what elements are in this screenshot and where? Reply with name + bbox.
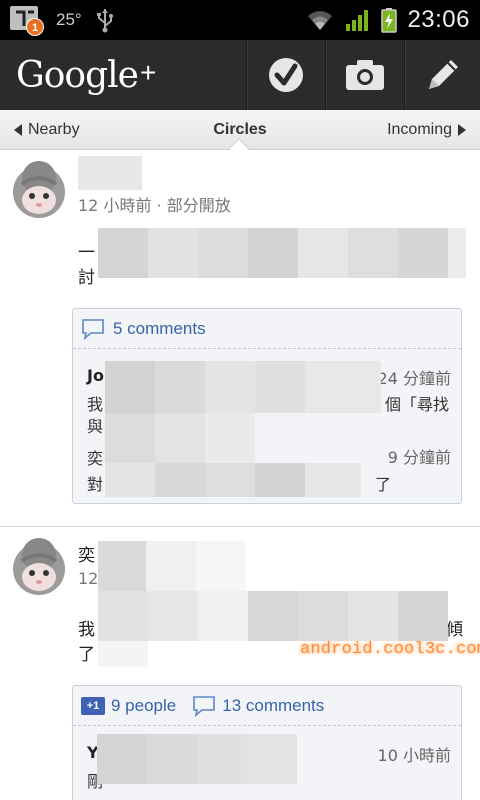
comment-redacted <box>105 413 255 463</box>
author-name[interactable]: 奕 <box>78 541 95 566</box>
post-body-redacted <box>98 591 448 641</box>
commenter-name: Jo <box>87 366 104 385</box>
comment-text-start: 對 <box>87 475 104 494</box>
compose-icon <box>428 60 458 89</box>
comment-text-end: 個「尋找 <box>384 395 449 414</box>
notification-badge: 1 <box>26 18 44 36</box>
arrow-right-icon <box>458 124 466 136</box>
signal-icon <box>346 10 369 31</box>
tab-nearby[interactable]: Nearby <box>14 110 80 150</box>
tab-nearby-label: Nearby <box>28 121 80 138</box>
plus-one-icon: +1 <box>81 696 105 715</box>
comments-box: +1 9 people 13 comments Y 10 小時前 剛 <box>72 685 462 800</box>
compose-button[interactable] <box>404 40 480 110</box>
post-body-start-2: 了 <box>78 645 95 665</box>
camera-icon <box>345 60 384 90</box>
logo-plus: + <box>139 57 157 88</box>
arrow-left-icon <box>14 124 22 136</box>
post-body-start-2: 討 <box>78 268 95 288</box>
camera-button[interactable] <box>325 40 403 110</box>
comments-box: 5 comments Jo 24 分鐘前 我 個「尋找 與 奕 9 分鐘前 對 … <box>72 308 462 504</box>
comment-text-start: 我 <box>87 395 104 414</box>
usb-icon <box>96 9 113 33</box>
post-timestamp: 12 小時前 · 部分開放 <box>78 196 231 215</box>
comment-count-link[interactable]: 5 comments <box>113 319 206 339</box>
check-in-button[interactable] <box>246 40 324 110</box>
avatar[interactable] <box>8 158 70 220</box>
comment-time: 24 分鐘前 <box>377 369 451 388</box>
clock: 23:06 <box>407 6 470 33</box>
logo-word: Google <box>16 54 139 96</box>
tab-incoming[interactable]: Incoming <box>387 110 466 150</box>
check-in-icon <box>268 58 303 92</box>
status-bar: 1 25° 23:06 <box>0 0 480 40</box>
post-body-start: 我 <box>78 620 95 640</box>
temperature: 25° <box>56 10 82 29</box>
battery-charging-icon <box>381 8 398 33</box>
comments-header[interactable]: 5 comments <box>73 309 461 349</box>
avatar[interactable] <box>8 535 70 597</box>
comments-header: +1 9 people 13 comments <box>73 686 461 726</box>
post-body-start: 一 <box>78 243 95 263</box>
comment-text-end: 了 <box>374 475 391 494</box>
comment-text-line2: 與 <box>87 417 104 436</box>
comment-count-link[interactable]: 13 comments <box>222 696 324 716</box>
author-name-redacted[interactable] <box>78 156 142 190</box>
comment-redacted <box>105 463 361 497</box>
google-plus-logo[interactable]: Google + <box>16 46 156 104</box>
post-body-end: 傾 <box>446 620 463 640</box>
stream-post[interactable]: 奕 12 我 了 傾 +1 9 people 13 comments Y 10 … <box>0 527 480 800</box>
wifi-icon <box>308 11 333 30</box>
plus-count-link[interactable]: 9 people <box>111 696 176 716</box>
comment-time: 10 小時前 <box>377 746 451 765</box>
author-name-redacted <box>98 541 246 591</box>
action-bar: Google + <box>0 40 480 110</box>
post-body-redacted <box>98 641 148 667</box>
watermark: android.cool3c.com <box>300 640 480 659</box>
comment-icon <box>82 318 104 340</box>
notification-app-icon[interactable]: 1 <box>8 4 44 36</box>
stream-post[interactable]: 12 小時前 · 部分開放 一 討 5 comments Jo 24 分鐘前 我… <box>0 150 480 526</box>
comment-time: 9 分鐘前 <box>387 448 451 467</box>
comment-redacted <box>97 734 297 784</box>
post-timestamp: 12 <box>78 569 99 588</box>
comment-icon <box>193 695 216 717</box>
post-body-redacted <box>98 228 466 278</box>
comment-redacted <box>105 361 381 413</box>
commenter-name: 奕 <box>87 449 104 468</box>
tab-incoming-label: Incoming <box>387 121 452 138</box>
